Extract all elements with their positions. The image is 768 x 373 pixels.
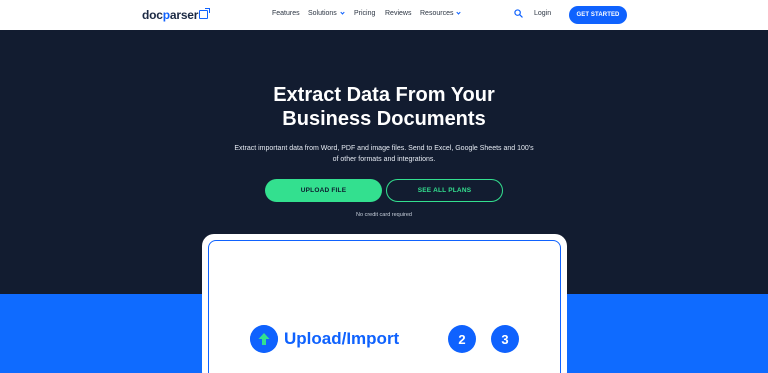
nav-features[interactable]: Features (272, 10, 300, 17)
nav-resources[interactable]: Resources (420, 10, 462, 17)
nav-resources-label: Resources (420, 10, 454, 17)
step-2-circle[interactable]: 2 (448, 325, 476, 353)
hero-headline: Extract Data From Your Business Document… (0, 83, 768, 131)
headline-line-2: Business Documents (282, 108, 486, 130)
nav-reviews-label: Reviews (385, 10, 412, 17)
step-3-circle[interactable]: 3 (491, 325, 519, 353)
steps-card-inner (208, 240, 561, 373)
nav-reviews[interactable]: Reviews (385, 10, 411, 17)
chevron-down-icon (340, 10, 345, 15)
headline-line-1: Extract Data From Your (273, 84, 495, 106)
no-credit-card-note: No credit card required (356, 212, 412, 218)
site-header: doc p arser Features Solutions Pricing Rev… (0, 0, 768, 30)
nav-pricing[interactable]: Pricing (354, 10, 375, 17)
nav-pricing-label: Pricing (354, 10, 376, 17)
see-all-plans-button[interactable]: SEE ALL PLANS (386, 179, 503, 202)
chevron-down-icon (456, 10, 462, 15)
nav-solutions-label: Solutions (308, 10, 337, 17)
logo-text-arser: arser (169, 8, 199, 22)
logo-mark-icon (199, 7, 211, 19)
hero-subtext: Extract important data from Word, PDF an… (0, 144, 768, 165)
step-3-number: 3 (501, 331, 509, 347)
logo-text-doc: doc (142, 8, 163, 22)
nav-solutions[interactable]: Solutions (308, 10, 345, 17)
subtext-line-2: of other formats and integrations. (332, 155, 436, 163)
logo-text-p: p (162, 8, 170, 22)
step-2-number: 2 (458, 331, 466, 347)
step-upload-import-label: Upload/Import (284, 329, 400, 348)
subtext-line-1: Extract important data from Word, PDF an… (234, 145, 534, 152)
login-link[interactable]: Login (534, 10, 551, 17)
get-started-button[interactable]: GET STARTED (569, 6, 627, 24)
docparser-logo[interactable]: doc p arser (142, 7, 211, 22)
search-icon[interactable] (514, 9, 523, 18)
nav-features-label: Features (272, 10, 300, 17)
upload-arrow-icon (250, 325, 278, 353)
upload-file-button[interactable]: UPLOAD FILE (265, 179, 382, 202)
